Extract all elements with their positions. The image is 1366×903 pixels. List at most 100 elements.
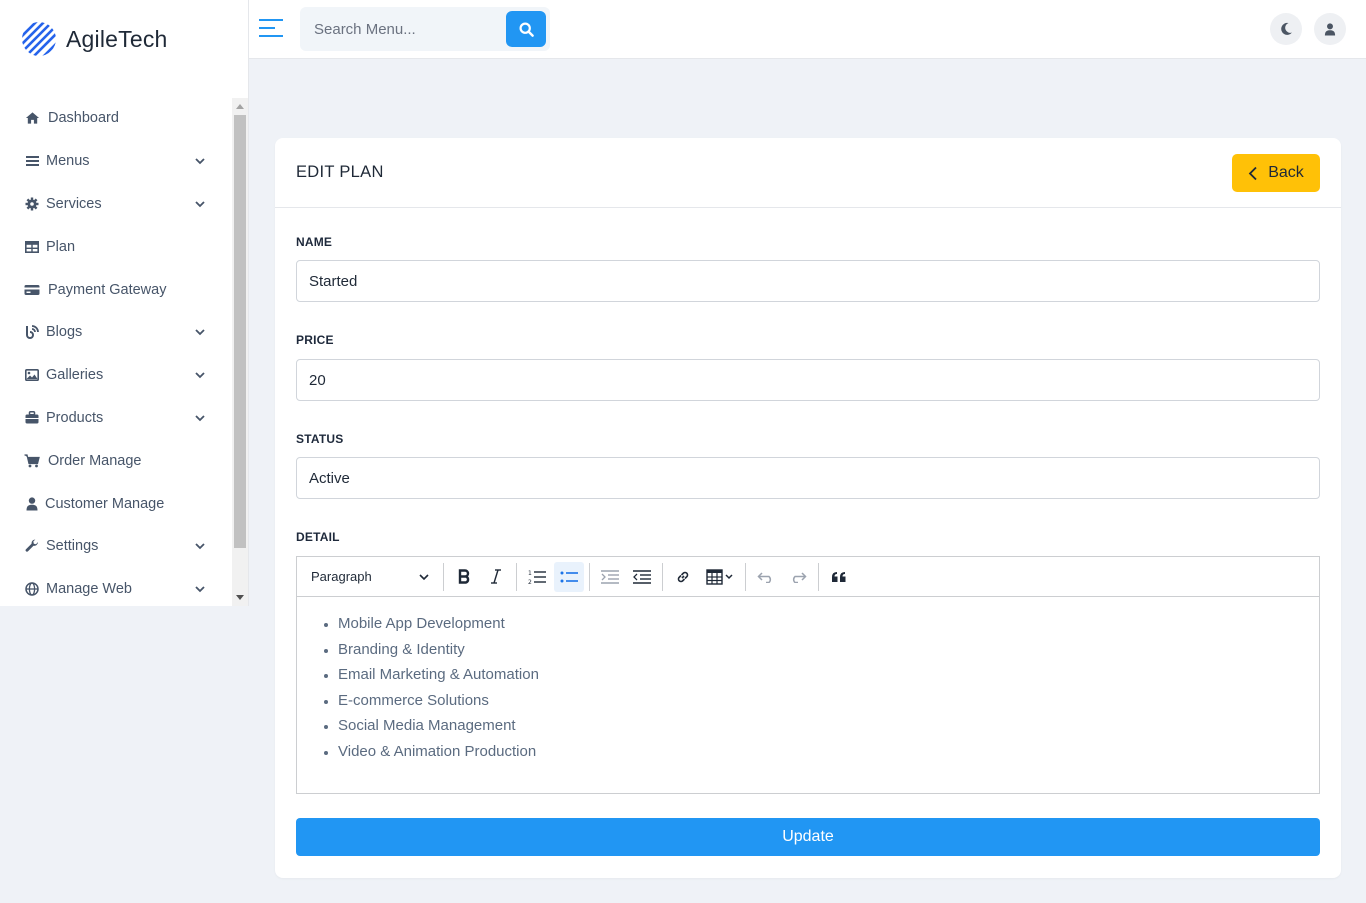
editor-toolbar: Paragraph 12 (297, 557, 1319, 597)
list-item: E-commerce Solutions (338, 688, 1319, 714)
link-icon (677, 571, 689, 582)
chevron-down-icon (195, 329, 205, 336)
table-icon (24, 239, 40, 255)
toolbar-separator (745, 562, 746, 591)
scroll-down-arrow[interactable] (236, 595, 244, 600)
editor-content[interactable]: Mobile App Development Branding & Identi… (297, 597, 1319, 765)
sidebar-item-payment-gateway[interactable]: Payment Gateway (0, 268, 232, 311)
sidebar-item-manage-web[interactable]: Manage Web (0, 568, 232, 611)
brand-logo[interactable]: AgileTech (20, 20, 168, 58)
list-item: Mobile App Development (338, 611, 1319, 637)
increase-indent-button[interactable] (595, 562, 625, 592)
chevron-down-icon (195, 415, 205, 422)
bulleted-list-button[interactable] (554, 561, 584, 592)
chevron-down-icon (195, 543, 205, 550)
undo-button[interactable] (751, 562, 781, 592)
name-field[interactable]: Started (296, 260, 1320, 302)
sidebar-item-products[interactable]: Products (0, 397, 232, 440)
outdent-icon (633, 569, 651, 584)
sidebar-item-label: Manage Web (46, 581, 132, 598)
decrease-indent-button[interactable] (627, 562, 657, 592)
sidebar-item-label: Products (46, 409, 104, 426)
name-label: NAME (296, 235, 333, 249)
gear-icon (24, 196, 40, 212)
indent-icon (601, 569, 619, 584)
brand-name: AgileTech (66, 25, 168, 52)
price-field[interactable]: 20 (296, 359, 1320, 401)
sidebar-item-label: Payment Gateway (48, 281, 167, 298)
user-menu-button[interactable] (1314, 13, 1346, 45)
quote-icon (832, 571, 846, 582)
detail-label: DETAIL (296, 530, 340, 544)
redo-button[interactable] (783, 562, 813, 592)
blog-icon (24, 324, 40, 340)
chevron-down-icon (195, 201, 205, 208)
bulleted-list-icon (560, 571, 578, 582)
dark-mode-toggle[interactable] (1270, 13, 1302, 45)
scroll-thumb[interactable] (234, 115, 246, 548)
status-select[interactable]: Active (296, 457, 1320, 499)
back-button[interactable]: Back (1232, 154, 1320, 192)
chevron-down-icon (419, 573, 429, 580)
name-value: Started (309, 272, 358, 290)
insert-table-button[interactable] (700, 562, 740, 592)
toolbar-separator (589, 562, 590, 591)
bold-button[interactable] (449, 562, 479, 592)
sidebar-item-dashboard[interactable]: Dashboard (0, 97, 232, 140)
sidebar-item-galleries[interactable]: Galleries (0, 354, 232, 397)
search-input[interactable] (300, 7, 506, 51)
list-item: Social Media Management (338, 713, 1319, 739)
numbered-list-button[interactable]: 12 (522, 562, 552, 592)
credit-card-icon (24, 282, 40, 298)
status-label: STATUS (296, 432, 344, 446)
sidebar-item-plan[interactable]: Plan (0, 225, 232, 268)
cart-icon (24, 453, 40, 469)
italic-button[interactable] (481, 562, 511, 592)
sidebar-item-blogs[interactable]: Blogs (0, 311, 232, 354)
heading-dropdown[interactable]: Paragraph (301, 561, 439, 593)
sidebar-item-label: Services (46, 195, 102, 212)
page-title: EDIT PLAN (296, 163, 384, 181)
sidebar-item-settings[interactable]: Settings (0, 525, 232, 568)
list-item: Branding & Identity (338, 637, 1319, 663)
chevron-down-icon (195, 158, 205, 165)
search-button[interactable] (506, 11, 546, 47)
numbered-list-icon: 12 (528, 570, 546, 585)
sidebar-item-menus[interactable]: Menus (0, 140, 232, 183)
sidebar-item-label: Settings (46, 538, 99, 555)
toolbar-separator (443, 562, 444, 591)
toolbar-separator (818, 562, 819, 591)
price-value: 20 (309, 371, 326, 389)
chevron-down-icon (195, 586, 205, 593)
sidebar-item-label: Blogs (46, 324, 83, 341)
chevron-left-icon (1248, 166, 1257, 180)
scroll-up-arrow[interactable] (236, 104, 244, 109)
hamburger-menu-icon[interactable] (259, 19, 283, 39)
sidebar-item-customer-manage[interactable]: Customer Manage (0, 482, 232, 525)
redo-icon (792, 571, 807, 583)
toolbar-separator (516, 562, 517, 591)
sidebar-menu: Dashboard Menus Services Plan Payment Ga… (0, 97, 232, 611)
heading-dropdown-value: Paragraph (311, 569, 372, 584)
svg-text:2: 2 (528, 579, 532, 585)
toolbar-separator (662, 562, 663, 591)
undo-icon (757, 571, 772, 583)
list-item: Video & Animation Production (338, 739, 1319, 765)
sidebar: AgileTech Dashboard Menus Services Plan … (0, 0, 249, 606)
sidebar-item-services[interactable]: Services (0, 183, 232, 226)
status-value: Active (309, 469, 350, 487)
moon-icon (1281, 22, 1292, 35)
detail-list: Mobile App Development Branding & Identi… (338, 611, 1319, 765)
back-button-label: Back (1268, 164, 1304, 181)
home-icon (24, 110, 40, 126)
italic-icon (491, 569, 501, 584)
sidebar-item-label: Plan (46, 238, 76, 255)
sidebar-item-order-manage[interactable]: Order Manage (0, 439, 232, 482)
sidebar-item-label: Order Manage (48, 452, 142, 469)
sidebar-item-label: Customer Manage (45, 495, 165, 512)
block-quote-button[interactable] (824, 562, 854, 592)
sidebar-scrollbar[interactable] (232, 98, 248, 606)
update-button[interactable]: Update (296, 818, 1320, 856)
card-header: EDIT PLAN Back (275, 138, 1341, 208)
link-button[interactable] (668, 562, 698, 592)
